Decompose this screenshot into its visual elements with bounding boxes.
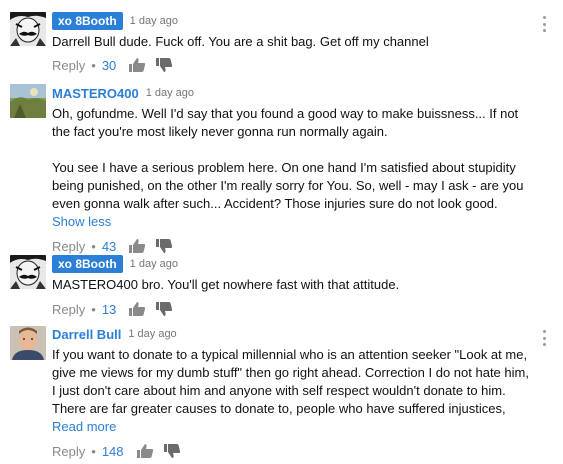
author-badge[interactable]: xo 8Booth [52, 12, 123, 30]
comment-text: Oh, gofundme. Well I'd say that you foun… [52, 106, 524, 211]
thumbs-up-icon[interactable] [128, 301, 146, 317]
timestamp[interactable]: 1 day ago [130, 258, 178, 270]
avatar[interactable] [10, 84, 46, 118]
timestamp[interactable]: 1 day ago [146, 87, 194, 99]
comment-item: xo 8Booth 1 day ago MASTERO400 bro. You'… [0, 250, 563, 320]
avatar[interactable] [10, 326, 46, 360]
author-badge[interactable]: xo 8Booth [52, 255, 123, 273]
avatar[interactable] [10, 12, 46, 46]
author-name[interactable]: MASTERO400 [52, 86, 139, 101]
timestamp[interactable]: 1 day ago [128, 328, 176, 340]
reply-button[interactable]: Reply [52, 302, 85, 317]
person-photo-avatar-icon [10, 326, 46, 360]
mustache-face-avatar-icon [10, 12, 46, 46]
thumbs-down-icon[interactable] [163, 443, 181, 459]
read-more-link[interactable]: Read more [52, 418, 539, 436]
reply-button[interactable]: Reply [52, 58, 85, 73]
thumbs-up-icon[interactable] [128, 57, 146, 73]
avatar[interactable] [10, 255, 46, 289]
like-count: 148 [101, 443, 124, 459]
timestamp[interactable]: 1 day ago [130, 15, 178, 27]
separator-dot: • [91, 57, 96, 73]
more-options-icon[interactable] [542, 330, 546, 346]
thumbs-down-icon[interactable] [155, 57, 173, 73]
reply-button[interactable]: Reply [52, 444, 85, 459]
comment-item: xo 8Booth 1 day ago Darrell Bull dude. F… [0, 6, 563, 76]
more-options-icon[interactable] [542, 16, 546, 32]
thumbs-down-icon[interactable] [155, 301, 173, 317]
show-less-link[interactable]: Show less [52, 213, 539, 231]
mustache-face-avatar-icon [10, 255, 46, 289]
comment-item: MASTERO400 1 day ago Oh, gofundme. Well … [0, 82, 563, 254]
author-name[interactable]: Darrell Bull [52, 327, 121, 342]
landscape-photo-avatar-icon [10, 84, 46, 118]
comment-item: Darrell Bull 1 day ago If you want to do… [0, 322, 563, 462]
comment-text: MASTERO400 bro. You'll get nowhere fast … [52, 277, 400, 292]
separator-dot: • [91, 301, 96, 317]
comment-text: Darrell Bull dude. Fuck off. You are a s… [52, 34, 429, 49]
thumbs-up-icon[interactable] [136, 443, 154, 459]
like-count: 30 [101, 57, 117, 73]
comment-text: If you want to donate to a typical mille… [52, 347, 529, 416]
separator-dot: • [91, 443, 96, 459]
like-count: 13 [101, 301, 117, 317]
